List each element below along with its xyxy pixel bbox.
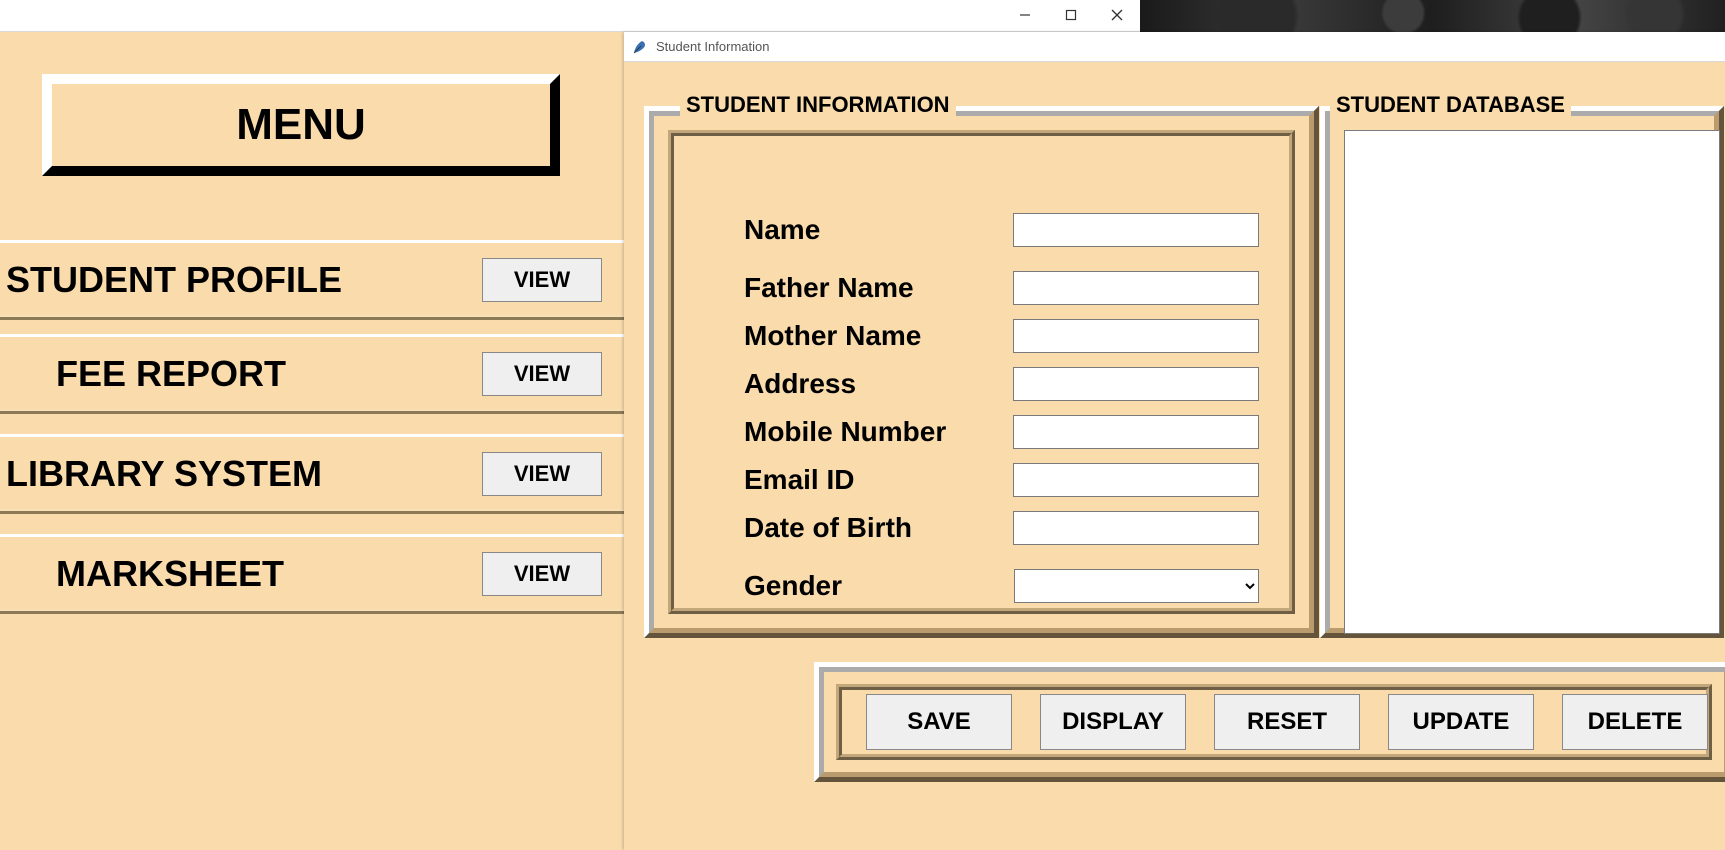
child-titlebar: Student Information	[624, 32, 1725, 62]
input-mother[interactable]	[1013, 319, 1259, 353]
reset-button[interactable]: RESET	[1214, 694, 1360, 750]
maximize-icon	[1065, 9, 1077, 21]
student-information-window: Student Information STUDENT INFORMATION …	[624, 32, 1725, 850]
label-name: Name	[744, 214, 1013, 246]
menu-row-library-system: LIBRARY SYSTEM VIEW	[0, 434, 624, 514]
label-email: Email ID	[744, 464, 1013, 496]
view-button-library-system[interactable]: VIEW	[482, 452, 602, 496]
delete-button[interactable]: DELETE	[1562, 694, 1708, 750]
menu-label-marksheet: MARKSHEET	[56, 537, 284, 611]
label-mother: Mother Name	[744, 320, 1013, 352]
main-titlebar	[0, 0, 1140, 32]
button-bar-frame: SAVE DISPLAY RESET UPDATE DELETE	[814, 662, 1725, 782]
select-gender[interactable]	[1014, 569, 1259, 603]
tk-feather-icon	[632, 39, 648, 55]
input-email[interactable]	[1013, 463, 1259, 497]
student-database-frame	[1320, 106, 1724, 638]
input-address[interactable]	[1013, 367, 1259, 401]
input-mobile[interactable]	[1013, 415, 1259, 449]
label-mobile: Mobile Number	[744, 416, 1013, 448]
label-address: Address	[744, 368, 1013, 400]
view-button-student-profile[interactable]: VIEW	[482, 258, 602, 302]
input-father[interactable]	[1013, 271, 1259, 305]
minimize-button[interactable]	[1002, 0, 1048, 30]
button-bar: SAVE DISPLAY RESET UPDATE DELETE	[836, 684, 1712, 760]
student-information-legend: STUDENT INFORMATION	[680, 92, 956, 118]
menu-label-student-profile: STUDENT PROFILE	[6, 243, 342, 317]
student-information-frame-inner: Name Father Name Mother Name	[668, 130, 1295, 614]
menu-title: MENU	[236, 100, 366, 150]
maximize-button[interactable]	[1048, 0, 1094, 30]
child-body: STUDENT INFORMATION Name Father Name	[624, 62, 1725, 850]
label-gender: Gender	[744, 570, 1014, 602]
menu-label-library-system: LIBRARY SYSTEM	[6, 437, 322, 511]
child-window-title: Student Information	[656, 39, 769, 54]
display-button[interactable]: DISPLAY	[1040, 694, 1186, 750]
close-icon	[1111, 9, 1123, 21]
student-information-frame: Name Father Name Mother Name	[644, 106, 1319, 638]
menu-header: MENU	[42, 74, 560, 176]
menu-row-student-profile: STUDENT PROFILE VIEW	[0, 240, 624, 320]
desktop-background	[1140, 0, 1725, 32]
menu-row-marksheet: MARKSHEET VIEW	[0, 534, 624, 614]
minimize-icon	[1019, 9, 1031, 21]
view-button-fee-report[interactable]: VIEW	[482, 352, 602, 396]
menu-label-fee-report: FEE REPORT	[56, 337, 286, 411]
label-dob: Date of Birth	[744, 512, 1013, 544]
student-database-legend: STUDENT DATABASE	[1330, 92, 1571, 118]
input-name[interactable]	[1013, 213, 1259, 247]
student-database-listbox[interactable]	[1344, 130, 1720, 634]
view-button-marksheet[interactable]: VIEW	[482, 552, 602, 596]
student-form: Name Father Name Mother Name	[744, 206, 1259, 610]
close-button[interactable]	[1094, 0, 1140, 30]
input-dob[interactable]	[1013, 511, 1259, 545]
menu-row-fee-report: FEE REPORT VIEW	[0, 334, 624, 414]
update-button[interactable]: UPDATE	[1388, 694, 1534, 750]
label-father: Father Name	[744, 272, 1013, 304]
save-button[interactable]: SAVE	[866, 694, 1012, 750]
